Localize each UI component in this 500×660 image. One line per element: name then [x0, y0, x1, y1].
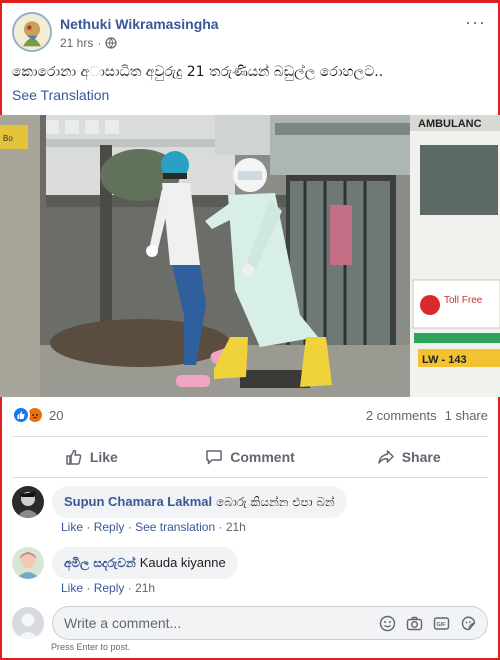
photo-ambulance-text: AMBULANC: [418, 118, 482, 130]
reaction-count: 20: [49, 407, 64, 423]
comment-sep: ·: [218, 520, 223, 534]
thumbs-up-icon: [66, 449, 82, 465]
comment-sep: ·: [86, 520, 91, 534]
post-header: Nethuki Wikramasingha 21 hrs · ···: [12, 10, 488, 54]
gif-icon[interactable]: GIF: [433, 615, 450, 632]
comments-count-link[interactable]: 2 comments: [366, 408, 437, 423]
photo-plate-text: LW - 143: [422, 354, 467, 366]
composer-tools: GIF: [379, 615, 477, 632]
divider-bottom: [12, 477, 488, 478]
comment-button[interactable]: Comment: [171, 438, 330, 476]
comment-input[interactable]: [64, 613, 354, 633]
camera-icon[interactable]: [406, 615, 423, 632]
like-button[interactable]: Like: [12, 438, 171, 476]
comment-bubble: අමිල සදරුවන් Kauda kiyanne: [52, 547, 238, 579]
photo-toll-text: Toll Free: [444, 295, 483, 306]
comment-item: අමිල සදරුවන් Kauda kiyanne Like · Reply ·…: [12, 547, 488, 597]
comment-sep: ·: [127, 581, 132, 595]
post-meta: 21 hrs ·: [60, 36, 117, 50]
like-button-label: Like: [89, 449, 118, 465]
press-enter-hint: Press Enter to post.: [51, 642, 131, 652]
photo-sign-text: Bo: [3, 134, 13, 143]
post-time[interactable]: 21 hrs: [60, 36, 93, 50]
share-button-label: Share: [401, 449, 441, 465]
comment-text: Kauda kiyanne: [139, 555, 226, 570]
post-text: කොරොනා අාසාධිත අවුරුදු 21 තරුණියන් බඩුල්…: [12, 64, 384, 80]
svg-text:GIF: GIF: [437, 622, 447, 628]
comment-bubble: Supun Chamara Lakmal බොරු කියන්න එපා බන්: [52, 486, 347, 518]
comment-composer: GIF: [12, 606, 488, 640]
comment-time[interactable]: 21h: [226, 520, 246, 534]
share-button[interactable]: Share: [329, 438, 488, 476]
comment-sep: ·: [86, 581, 91, 595]
comment-reply-link[interactable]: Reply: [94, 581, 125, 595]
comment-sep: ·: [127, 520, 132, 534]
comment-like-link[interactable]: Like: [61, 520, 83, 534]
comment-item: Supun Chamara Lakmal බොරු කියන්න එපා බන් …: [12, 486, 488, 536]
current-user-avatar[interactable]: [12, 607, 44, 639]
comment-icon: [206, 450, 222, 465]
emoji-icon[interactable]: [379, 615, 396, 632]
comment-like-link[interactable]: Like: [61, 581, 83, 595]
commenter-name[interactable]: අමිල සදරුවන්: [64, 556, 136, 570]
post-actions: Like Comment Share: [12, 438, 488, 476]
share-arrow-icon: [377, 450, 394, 464]
commenter-avatar[interactable]: [12, 547, 44, 579]
reactions-summary[interactable]: 20: [12, 406, 63, 424]
see-translation-link[interactable]: See Translation: [12, 87, 109, 103]
comment-input-box[interactable]: GIF: [52, 606, 488, 640]
post-photo[interactable]: Bo AMBULANC Toll Free LW - 143: [0, 115, 500, 397]
sticker-icon[interactable]: [460, 615, 477, 632]
meta-separator: ·: [97, 36, 102, 50]
author-name[interactable]: Nethuki Wikramasingha: [60, 16, 219, 32]
author-avatar[interactable]: [12, 12, 52, 52]
comment-time[interactable]: 21h: [135, 581, 155, 595]
commenter-avatar[interactable]: [12, 486, 44, 518]
like-reaction-icon: [12, 406, 30, 424]
comment-text: බොරු කියන්න එපා බන්: [216, 495, 335, 509]
globe-icon: [105, 37, 117, 49]
more-options-icon[interactable]: ···: [465, 12, 486, 33]
comment-actions: Like · Reply · See translation · 21h: [61, 520, 246, 534]
engagement-counts: 2 comments 1 share: [366, 408, 488, 423]
shares-count-link[interactable]: 1 share: [445, 408, 488, 423]
commenter-name[interactable]: Supun Chamara Lakmal: [64, 494, 212, 509]
divider-top: [12, 436, 488, 437]
comment-translate-link[interactable]: See translation: [135, 520, 215, 534]
comment-button-label: Comment: [230, 449, 295, 465]
comment-actions: Like · Reply · 21h: [61, 581, 155, 595]
comment-reply-link[interactable]: Reply: [94, 520, 125, 534]
